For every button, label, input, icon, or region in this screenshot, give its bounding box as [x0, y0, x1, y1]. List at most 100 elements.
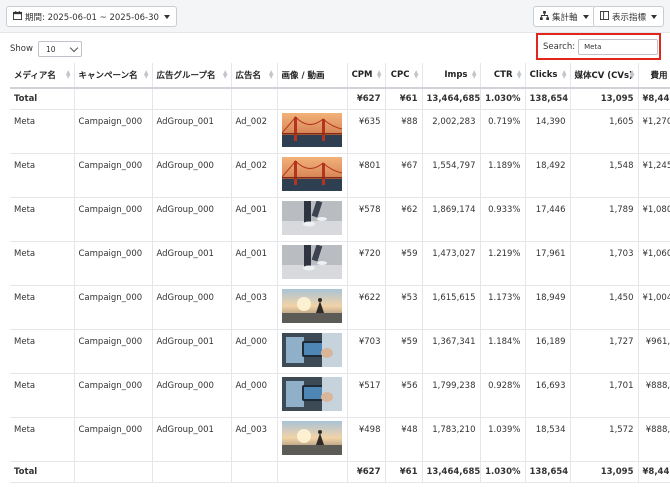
- sort-icon[interactable]: ▲ ▼: [377, 70, 382, 80]
- table-row: Meta Campaign_000 AdGroup_001 Ad_001 ¥720 ¥59…: [10, 241, 670, 286]
- table-header-row: メディア名 ▲ ▼ キャンペーン名 ▲ ▼ 広告グループ名 ▲ ▼ 広告名 ▲ ▼ 画像 / 動画 CPM…: [10, 63, 670, 89]
- table-cell: ¥578: [347, 197, 386, 242]
- table-cell: 1.189%: [480, 153, 526, 198]
- report-panel: Show 10 Search: メディア名 ▲▼ キャンペーン名 ▲▼ 広告グループ名 ▲…: [0, 32, 670, 491]
- table-cell: 1.030%: [480, 88, 526, 110]
- column-header[interactable]: 媒体CV (CVs) ▲ ▼: [570, 63, 639, 89]
- column-header[interactable]: メディア名 ▲ ▼: [10, 63, 75, 89]
- table-cell: 16,189: [525, 329, 571, 374]
- column-header[interactable]: Imps ▲ ▼: [422, 63, 481, 89]
- sitemap-icon: [540, 10, 549, 23]
- sort-icon[interactable]: ▲ ▼: [630, 70, 635, 80]
- table-cell: 1.173%: [480, 285, 526, 330]
- column-header-label: キャンペーン名: [78, 71, 138, 81]
- table-cell: ¥88: [385, 109, 423, 154]
- table-cell: ¥1,060,3: [638, 241, 670, 286]
- creative-thumbnail[interactable]: [277, 417, 348, 462]
- table-cell: 1,789: [570, 197, 639, 242]
- table-cell: 14,390: [525, 109, 571, 154]
- table-cell: Campaign_000: [74, 417, 153, 462]
- search-input[interactable]: [578, 38, 659, 55]
- table-cell: ¥59: [385, 241, 423, 286]
- table-cell: Ad_003: [231, 417, 278, 462]
- page-length-select[interactable]: 10: [37, 41, 82, 57]
- column-header[interactable]: CPM ▲ ▼: [347, 63, 386, 89]
- table-cell: 1,701: [570, 373, 639, 418]
- creative-thumbnail[interactable]: [277, 109, 348, 154]
- caret-down-icon: [582, 14, 589, 19]
- table-cell: Ad_003: [231, 285, 278, 330]
- creative-thumbnail[interactable]: [277, 285, 348, 330]
- table-cell: Ad_000: [231, 329, 278, 374]
- table-cell: Campaign_000: [74, 197, 153, 242]
- table-cell: 1,473,027: [422, 241, 481, 286]
- table-row: Meta Campaign_000 AdGroup_001 Ad_000 ¥703 ¥59…: [10, 329, 670, 374]
- table-cell: ¥8,442,6: [638, 461, 670, 483]
- table-cell: Meta: [10, 285, 75, 330]
- total-row: Total ¥627 ¥61 13,464,685 1.030% 138,654 13,09…: [10, 88, 670, 110]
- table-cell: 1,367,341: [422, 329, 481, 374]
- table-cell: [152, 461, 232, 483]
- creative-thumbnail[interactable]: [277, 153, 348, 198]
- caret-down-icon: [651, 14, 658, 19]
- table-row: Meta Campaign_000 AdGroup_000 Ad_001 ¥578 ¥62…: [10, 197, 670, 242]
- table-cell: Ad_001: [231, 241, 278, 286]
- table-cell: 18,492: [525, 153, 571, 198]
- table-cell: 138,654: [525, 88, 571, 110]
- table-cell: AdGroup_001: [152, 329, 232, 374]
- search-label: Search:: [543, 41, 576, 52]
- creative-thumbnail[interactable]: [277, 241, 348, 286]
- sort-icon[interactable]: ▲ ▼: [269, 70, 274, 80]
- chevron-down-icon: [69, 43, 79, 52]
- column-header[interactable]: CPC ▲ ▼: [385, 63, 423, 89]
- table-cell: Campaign_000: [74, 373, 153, 418]
- table-cell: ¥67: [385, 153, 423, 198]
- table-cell: AdGroup_000: [152, 285, 232, 330]
- table-cell: ¥48: [385, 417, 423, 462]
- table-cell: Meta: [10, 109, 75, 154]
- display-metrics-button[interactable]: 表示指標: [593, 6, 665, 27]
- table-cell: 1.184%: [480, 329, 526, 374]
- aggregate-axis-button[interactable]: 集計軸: [533, 6, 596, 27]
- column-header[interactable]: Clicks ▲ ▼: [525, 63, 571, 89]
- table-cell: ¥1,270,5: [638, 109, 670, 154]
- sort-icon[interactable]: ▲ ▼: [517, 70, 522, 80]
- table-cell: [231, 88, 278, 110]
- column-header[interactable]: 広告グループ名 ▲ ▼: [152, 63, 232, 89]
- column-header-label: メディア名: [14, 71, 56, 81]
- column-header[interactable]: キャンペーン名 ▲ ▼: [74, 63, 153, 89]
- table-cell: 1,450: [570, 285, 639, 330]
- period-dropdown-button[interactable]: 期間: 2025-06-01 ~ 2025-06-30: [6, 6, 177, 27]
- column-header[interactable]: 画像 / 動画: [277, 63, 348, 89]
- table-cell: [231, 461, 278, 483]
- total-row: Total ¥627 ¥61 13,464,685 1.030% 138,654 13,09…: [10, 461, 670, 483]
- sort-icon[interactable]: ▲ ▼: [66, 70, 71, 80]
- show-label: Show: [10, 44, 33, 54]
- sort-icon[interactable]: ▲ ▼: [472, 70, 477, 80]
- column-header[interactable]: 費用▲▼: [638, 63, 670, 89]
- table-cell: 1,783,210: [422, 417, 481, 462]
- creative-thumbnail[interactable]: [277, 329, 348, 374]
- creative-thumbnail[interactable]: [277, 373, 348, 418]
- table-cell: 1,548: [570, 153, 639, 198]
- sort-icon[interactable]: ▲ ▼: [414, 70, 419, 80]
- table-row: Meta Campaign_000 AdGroup_000 Ad_003 ¥622 ¥53…: [10, 285, 670, 330]
- table-row: Meta Campaign_000 AdGroup_001 Ad_002 ¥635 ¥88…: [10, 109, 670, 154]
- column-header[interactable]: CTR ▲ ▼: [480, 63, 526, 89]
- table-cell: 1,703: [570, 241, 639, 286]
- table-cell: Campaign_000: [74, 153, 153, 198]
- table-cell: Campaign_000: [74, 241, 153, 286]
- top-toolbar: 期間: 2025-06-01 ~ 2025-06-30 集計軸 表示指標: [0, 0, 670, 32]
- report-table: メディア名 ▲ ▼ キャンペーン名 ▲ ▼ 広告グループ名 ▲ ▼ 広告名 ▲ ▼ 画像 / 動画 CPM…: [10, 63, 670, 483]
- sort-icon[interactable]: ▲ ▼: [144, 70, 149, 80]
- table-cell: ¥801: [347, 153, 386, 198]
- table-cell: Meta: [10, 417, 75, 462]
- table-cell: ¥62: [385, 197, 423, 242]
- table-cell: ¥888,3: [638, 373, 670, 418]
- column-header-label: Clicks: [529, 70, 558, 80]
- sort-icon[interactable]: ▲ ▼: [223, 70, 228, 80]
- table-cell: ¥61: [385, 88, 423, 110]
- sort-icon[interactable]: ▲ ▼: [562, 70, 567, 80]
- column-header[interactable]: 広告名 ▲ ▼: [231, 63, 278, 89]
- creative-thumbnail[interactable]: [277, 197, 348, 242]
